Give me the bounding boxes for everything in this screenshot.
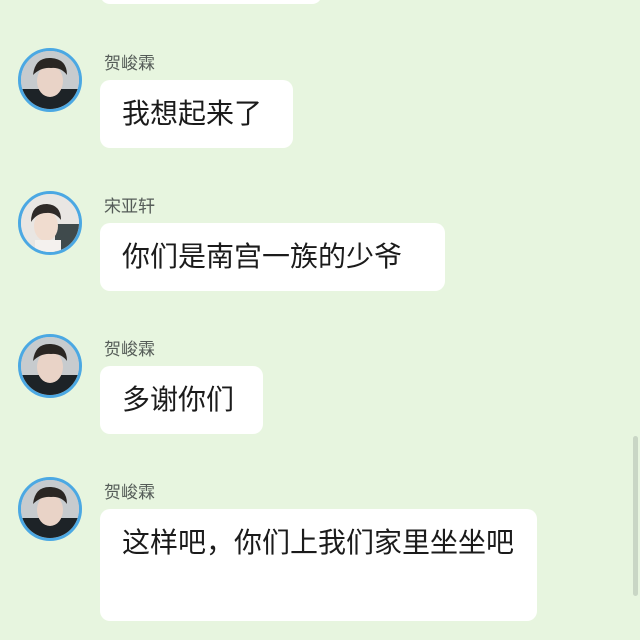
scrollbar[interactable] (633, 436, 638, 596)
message-bubble[interactable]: 你们是南宫一族的少爷 (100, 223, 445, 291)
sender-avatar[interactable] (18, 477, 82, 541)
previous-message-bubble (100, 0, 322, 4)
chat-message-list[interactable]: 贺峻霖 我想起来了 宋亚轩 你们是南宫一族的少爷 贺峻霖 多谢你们 贺峻霖 这样… (0, 0, 640, 640)
message-bubble[interactable]: 多谢你们 (100, 366, 263, 434)
message-bubble[interactable]: 这样吧，你们上我们家里坐坐吧 (100, 509, 537, 621)
sender-avatar[interactable] (18, 334, 82, 398)
message-bubble[interactable]: 我想起来了 (100, 80, 293, 148)
sender-name: 贺峻霖 (104, 54, 155, 74)
sender-name: 贺峻霖 (104, 340, 155, 360)
sender-name: 贺峻霖 (104, 483, 155, 503)
sender-avatar[interactable] (18, 48, 82, 112)
sender-avatar[interactable] (18, 191, 82, 255)
sender-name: 宋亚轩 (104, 197, 155, 217)
